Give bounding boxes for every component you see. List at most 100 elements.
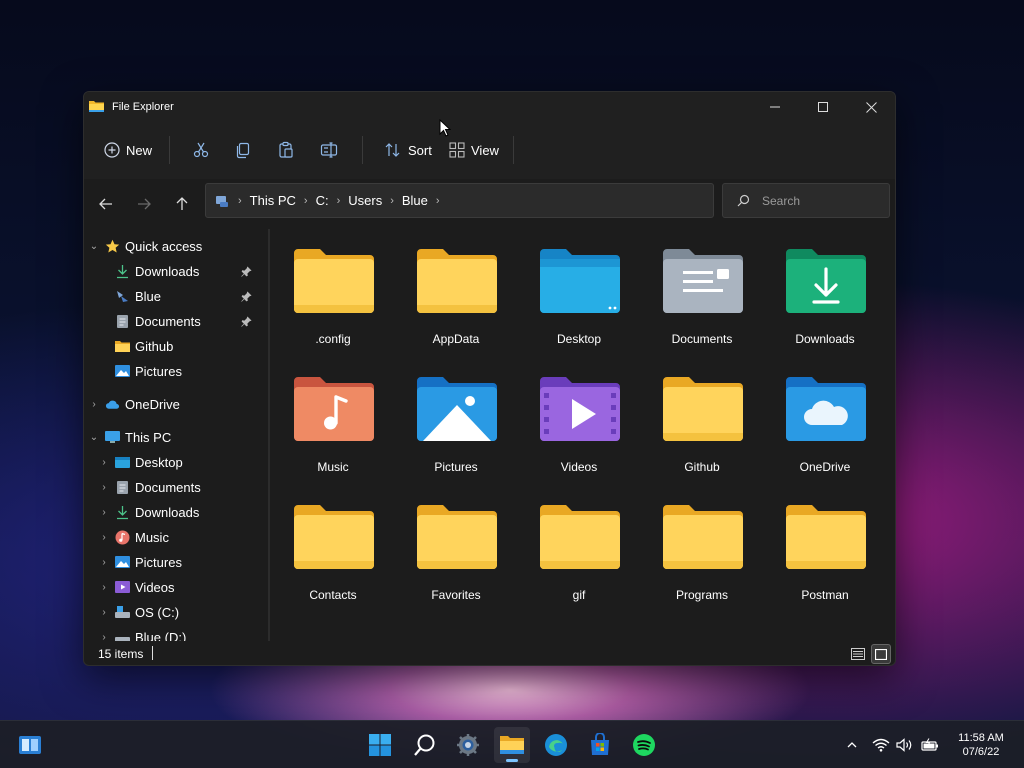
nav-this-pc[interactable]: This PC <box>105 425 265 449</box>
chevron-down-icon[interactable]: ⌄ <box>88 234 100 258</box>
breadcrumb-chevron: › <box>435 194 440 207</box>
search-icon <box>414 734 435 756</box>
nav-qa-github[interactable]: Github <box>115 334 255 358</box>
search-taskbar-button[interactable] <box>407 727 443 763</box>
file-item-documents[interactable]: Documents <box>647 229 757 347</box>
breadcrumb-chevron: › <box>390 194 394 207</box>
folder-icon <box>417 249 497 313</box>
minimize-button[interactable] <box>751 92 799 122</box>
chevron-right-icon[interactable]: › <box>88 392 100 416</box>
folder-icon <box>294 249 374 313</box>
nav-qa-downloads[interactable]: Downloads <box>115 259 255 283</box>
chevron-right-icon[interactable]: › <box>98 525 110 549</box>
sort-button[interactable]: Sort <box>384 134 432 166</box>
documents-folder-icon <box>663 249 743 313</box>
chevron-right-icon[interactable]: › <box>98 475 110 499</box>
file-item-music[interactable]: Music <box>278 357 388 475</box>
rename-button[interactable] <box>320 134 338 166</box>
navigation-pane-divider[interactable] <box>268 229 270 641</box>
paste-button[interactable] <box>277 134 295 166</box>
volume-button[interactable] <box>895 735 915 755</box>
nav-qa-documents[interactable]: Documents <box>115 309 255 333</box>
nav-pc-pictures[interactable]: Pictures <box>115 550 265 574</box>
window-title: File Explorer <box>112 101 174 113</box>
nav-onedrive[interactable]: OneDrive <box>105 392 265 416</box>
chevron-right-icon[interactable]: › <box>98 500 110 524</box>
nav-quick-access[interactable]: Quick access <box>105 234 265 258</box>
new-button[interactable]: New <box>104 134 152 166</box>
file-item-pictures[interactable]: Pictures <box>401 357 511 475</box>
show-hidden-icons-button[interactable] <box>842 735 862 755</box>
address-bar[interactable]: › This PC › C: › Users › Blue › <box>205 183 714 218</box>
edge-button[interactable] <box>538 727 574 763</box>
nav-pc-os-c[interactable]: OS (C:) <box>115 600 265 624</box>
file-item-desktop[interactable]: Desktop <box>524 229 634 347</box>
file-item-appdata[interactable]: AppData <box>401 229 511 347</box>
search-placeholder: Search <box>762 193 801 208</box>
large-icons-view-button[interactable] <box>871 644 891 664</box>
chevron-down-icon[interactable]: ⌄ <box>88 425 100 449</box>
file-item-videos[interactable]: Videos <box>524 357 634 475</box>
pin-icon[interactable] <box>239 259 253 283</box>
breadcrumb-blue[interactable]: Blue <box>402 193 428 208</box>
up-button[interactable] <box>168 191 196 217</box>
chevron-right-icon[interactable]: › <box>98 575 110 599</box>
taskbar-clock[interactable]: 11:58 AM 07/6/22 <box>950 731 1012 759</box>
breadcrumb-c-drive[interactable]: C: <box>316 193 329 208</box>
file-item-programs[interactable]: Programs <box>647 485 757 603</box>
nav-qa-blue[interactable]: Blue <box>115 284 255 308</box>
store-icon <box>591 733 609 755</box>
nav-pc-music[interactable]: Music <box>115 525 265 549</box>
downloads-folder-icon <box>786 249 866 313</box>
nav-pc-documents[interactable]: Documents <box>115 475 265 499</box>
start-button[interactable] <box>362 727 398 763</box>
paste-icon <box>279 141 293 158</box>
chevron-right-icon[interactable]: › <box>98 450 110 474</box>
back-button[interactable] <box>92 191 120 217</box>
file-item-onedrive[interactable]: OneDrive <box>770 357 880 475</box>
address-row: › This PC › C: › Users › Blue › Search <box>84 179 895 229</box>
forward-button[interactable] <box>130 191 158 217</box>
copy-button[interactable] <box>234 134 252 166</box>
cut-button[interactable] <box>192 134 210 166</box>
file-item-downloads[interactable]: Downloads <box>770 229 880 347</box>
view-button[interactable]: View <box>449 134 499 166</box>
settings-button[interactable] <box>450 727 486 763</box>
spotify-button[interactable] <box>626 727 662 763</box>
nav-qa-pictures[interactable]: Pictures <box>115 359 255 383</box>
breadcrumb-chevron: › <box>336 194 341 207</box>
pin-icon[interactable] <box>239 309 253 333</box>
nav-label: OS (C:) <box>135 604 180 620</box>
nav-pc-downloads[interactable]: Downloads <box>115 500 265 524</box>
pin-icon[interactable] <box>239 284 253 308</box>
status-divider <box>152 646 153 660</box>
breadcrumb-users[interactable]: Users <box>348 193 382 208</box>
details-view-button[interactable] <box>848 644 868 664</box>
breadcrumb-this-pc[interactable]: This PC <box>250 193 296 208</box>
title-bar[interactable]: File Explorer <box>84 92 895 122</box>
folder-icon <box>663 505 743 569</box>
store-button[interactable] <box>582 727 618 763</box>
maximize-button[interactable] <box>799 92 847 122</box>
file-item-github[interactable]: Github <box>647 357 757 475</box>
battery-button[interactable] <box>920 735 940 755</box>
file-explorer-taskbar-button[interactable] <box>494 727 530 763</box>
file-item-gif[interactable]: gif <box>524 485 634 603</box>
file-item-postman[interactable]: Postman <box>770 485 880 603</box>
widgets-button[interactable] <box>12 727 48 763</box>
search-input[interactable]: Search <box>722 183 890 218</box>
file-item-favorites[interactable]: Favorites <box>401 485 511 603</box>
wifi-button[interactable] <box>871 735 891 755</box>
details-view-icon <box>851 648 865 660</box>
chevron-right-icon[interactable]: › <box>98 600 110 624</box>
nav-pc-videos[interactable]: Videos <box>115 575 265 599</box>
chevron-right-icon[interactable]: › <box>98 625 110 642</box>
nav-pc-blue-d[interactable]: Blue (D:) <box>115 625 265 641</box>
file-item-config[interactable]: .config <box>278 229 388 347</box>
close-button[interactable] <box>847 92 895 122</box>
nav-pc-desktop[interactable]: Desktop <box>115 450 265 474</box>
item-count: 15 items <box>98 647 144 661</box>
file-item-contacts[interactable]: Contacts <box>278 485 388 603</box>
nav-label: Github <box>135 338 174 354</box>
chevron-right-icon[interactable]: › <box>98 550 110 574</box>
